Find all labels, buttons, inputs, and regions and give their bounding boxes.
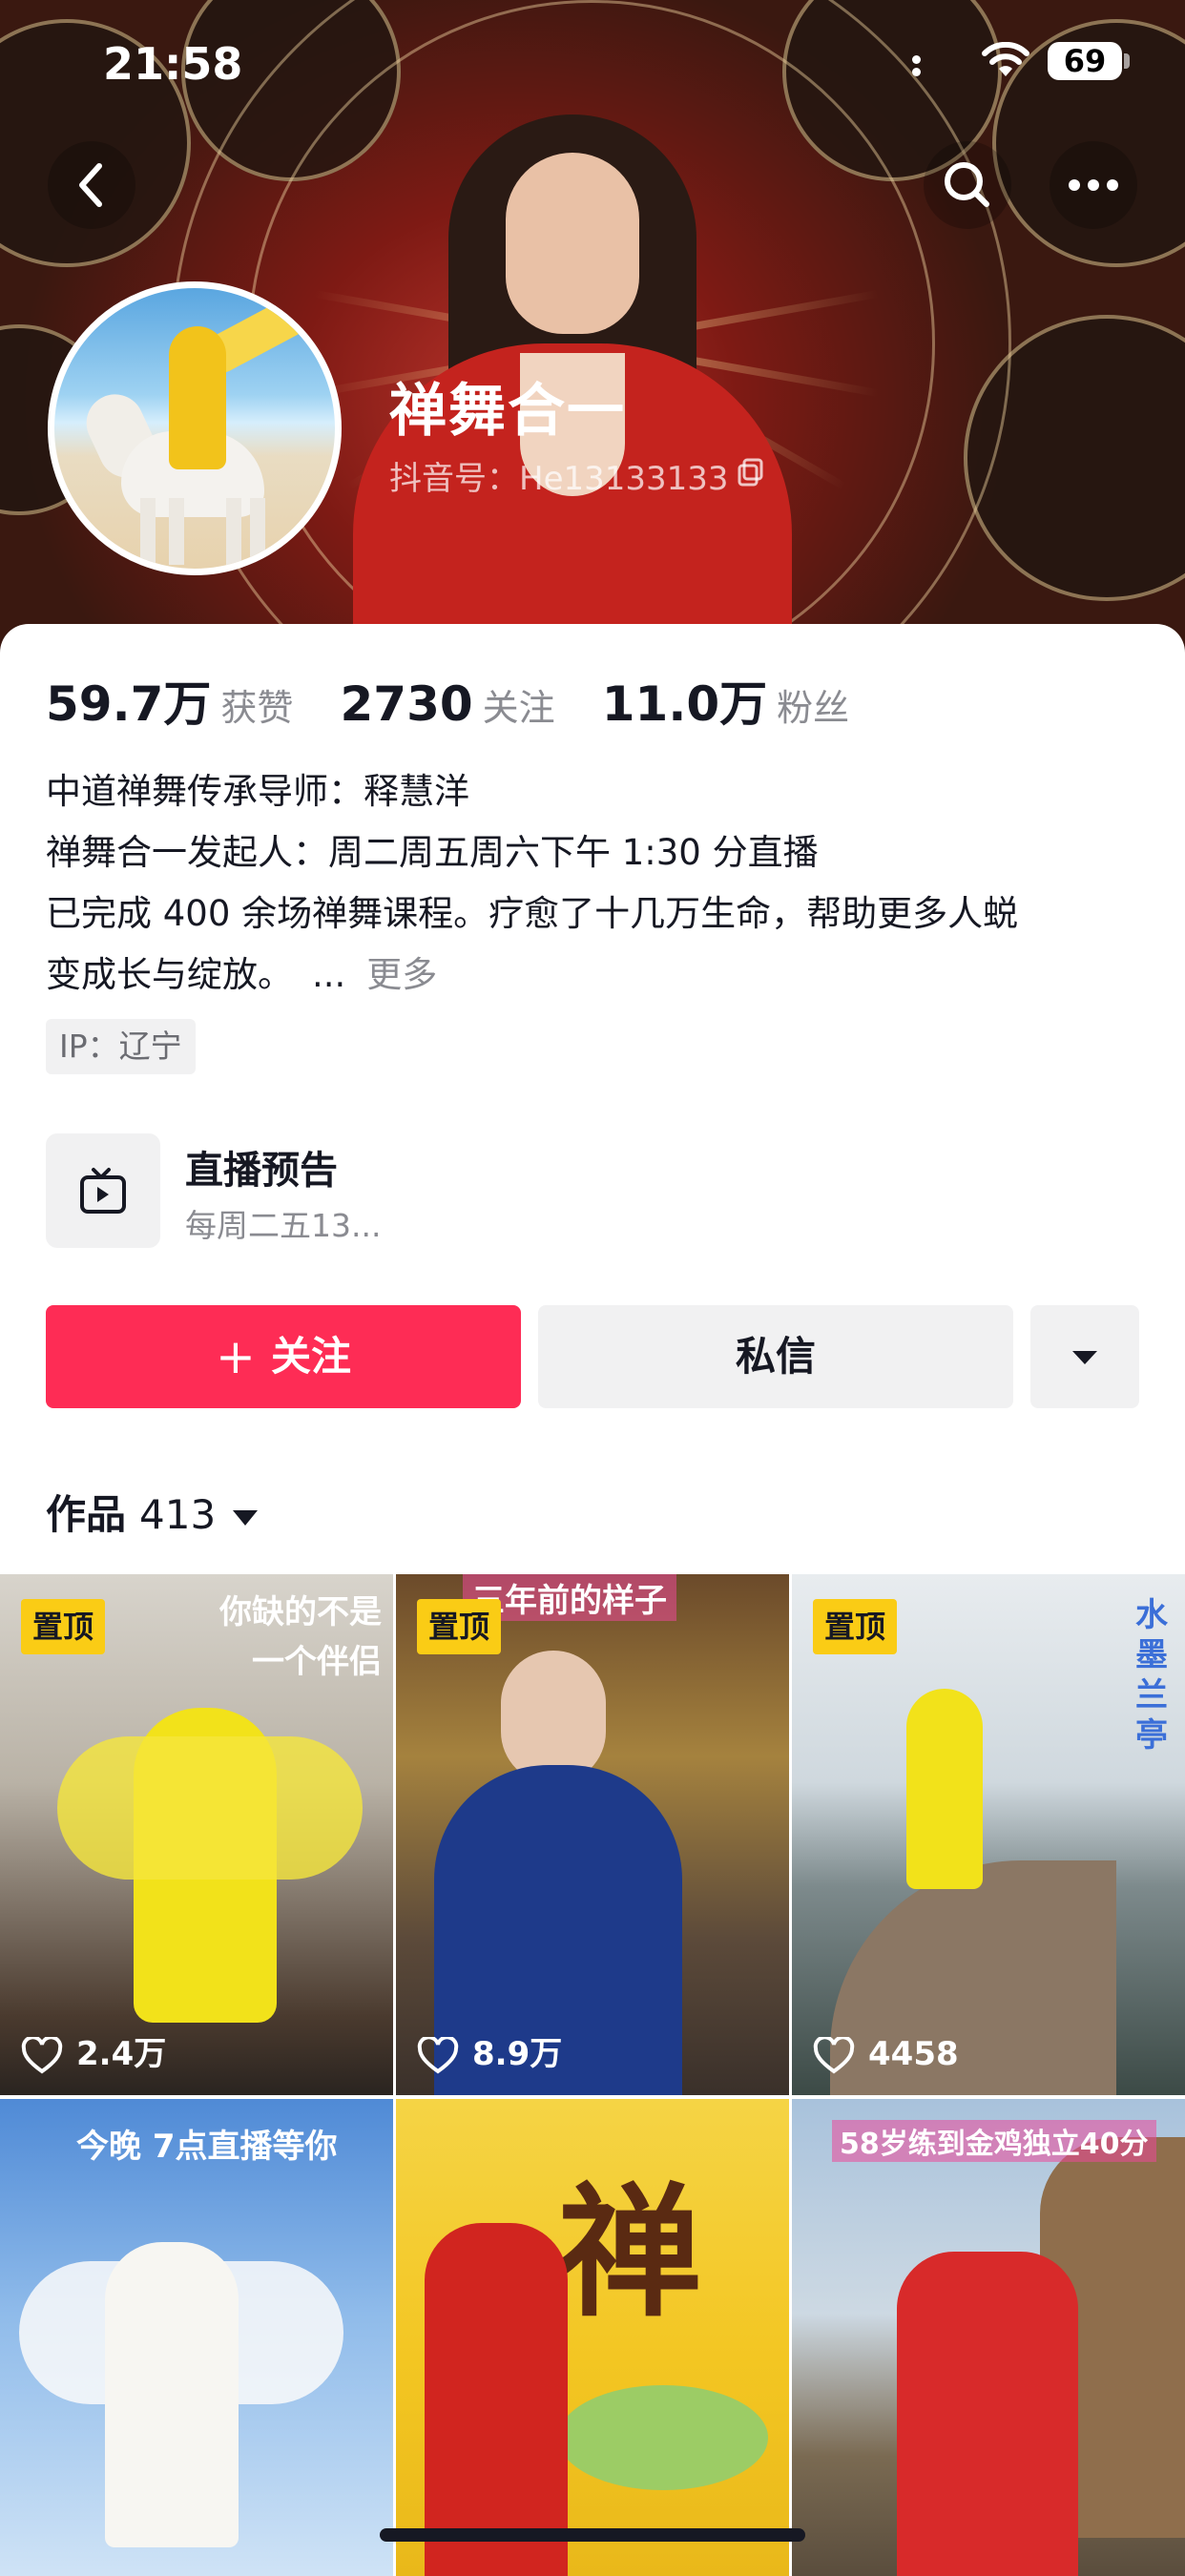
- heart-icon: [21, 2036, 63, 2073]
- like-count-value: 2.4万: [76, 2035, 167, 2073]
- bio-line: 禅舞合一发起人：周二周五周六下午 1:30 分直播: [46, 832, 819, 873]
- douyin-id: 抖音号：He13133133: [389, 460, 729, 498]
- stats-row: 59.7万 获赞 2730 关注 11.0万 粉丝: [46, 666, 891, 732]
- live-notice-subtitle: 每周二五13...: [185, 1207, 382, 1244]
- bio-line-last: 变成长与绽放。... 更多: [46, 945, 1143, 1006]
- search-icon: [945, 162, 989, 207]
- wifi-icon: [982, 42, 1029, 76]
- works-count: 413: [139, 1491, 217, 1538]
- like-count: 4458: [813, 2030, 959, 2078]
- bio-line: 已完成 400 余场禅舞课程。疗愈了十几万生命，帮助更多人蜕: [46, 893, 1019, 934]
- pinned-badge: 置顶: [417, 1599, 502, 1654]
- stat-label: 粉丝: [777, 687, 850, 729]
- video-thumbnail-sleeve: [57, 1736, 363, 1880]
- home-indicator[interactable]: [380, 2528, 805, 2542]
- tv-icon: [80, 1168, 126, 1214]
- video-thumbnail-lotus: [558, 2385, 768, 2490]
- video-caption: 水墨兰亭: [1135, 1596, 1168, 1755]
- bio-line: 中道禅舞传承导师：释慧洋: [46, 771, 469, 812]
- video-tile[interactable]: 禅: [396, 2099, 789, 2576]
- copy-icon[interactable]: [737, 458, 765, 487]
- video-thumbnail-figure: [906, 1689, 983, 1889]
- stat-label: 获赞: [220, 687, 294, 729]
- stat-likes[interactable]: 59.7万 获赞: [46, 666, 293, 735]
- bio-line: 变成长与绽放。: [46, 954, 293, 995]
- battery-tip: [1124, 53, 1130, 69]
- status-time: 21:58: [103, 38, 243, 90]
- video-caption: 你缺的不是 一个伴侣: [219, 1593, 382, 1681]
- follow-label: 关注: [270, 1333, 351, 1380]
- like-count: 2.4万: [21, 2030, 166, 2078]
- video-caption: 58岁练到金鸡独立40分: [832, 2120, 1156, 2162]
- like-count-value: 8.9万: [472, 2035, 563, 2073]
- status-bar: 21:58 69: [0, 0, 1185, 124]
- like-count: 8.9万: [417, 2030, 562, 2078]
- video-tile[interactable]: 今晚 7点直播等你: [0, 2099, 393, 2576]
- more-dots-icon: [1069, 179, 1118, 191]
- bio-more-link[interactable]: 更多: [366, 954, 437, 995]
- battery-indicator: 69: [1048, 42, 1122, 80]
- stat-value: 59.7万: [46, 676, 212, 732]
- video-tile[interactable]: 三年前的样子 置顶 8.9万: [396, 1574, 789, 2095]
- message-label: 私信: [735, 1333, 816, 1380]
- video-thumbnail-figure: [105, 2242, 239, 2547]
- stat-following[interactable]: 2730 关注: [340, 676, 554, 732]
- signal-icon: [912, 55, 922, 84]
- plus-icon: +: [216, 1329, 256, 1384]
- video-tile[interactable]: 58岁练到金鸡独立40分: [792, 2099, 1185, 2576]
- nickname: 禅舞合一: [389, 378, 626, 445]
- stat-value: 11.0万: [601, 676, 768, 732]
- avatar[interactable]: [48, 281, 342, 575]
- works-label: 作品: [46, 1491, 127, 1538]
- heart-icon: [813, 2036, 855, 2073]
- stat-value: 2730: [340, 676, 473, 732]
- ip-location-tag: IP：辽宁: [46, 1019, 196, 1074]
- caret-down-icon: [233, 1509, 259, 1526]
- back-button[interactable]: [48, 141, 135, 229]
- stat-label: 关注: [482, 687, 555, 729]
- pinned-badge: 置顶: [813, 1599, 898, 1654]
- video-thumbnail-figure: [501, 1651, 606, 1784]
- heart-icon: [417, 2036, 459, 2073]
- search-button[interactable]: [924, 141, 1011, 229]
- video-caption: 禅: [558, 2169, 702, 2337]
- message-button[interactable]: 私信: [538, 1305, 1013, 1408]
- tab-works[interactable]: 作品 413: [46, 1483, 259, 1541]
- video-thumbnail-figure: [897, 2252, 1078, 2576]
- caret-down-icon: [1072, 1351, 1097, 1364]
- pinned-badge: 置顶: [21, 1599, 106, 1654]
- video-tile[interactable]: 你缺的不是 一个伴侣 置顶 2.4万: [0, 1574, 393, 2095]
- stat-followers[interactable]: 11.0万 粉丝: [602, 666, 849, 735]
- video-tile[interactable]: 水墨兰亭 置顶 4458: [792, 1574, 1185, 2095]
- chevron-left-icon: [79, 163, 102, 207]
- recommend-dropdown-button[interactable]: [1030, 1305, 1139, 1408]
- follow-button[interactable]: + 关注: [46, 1305, 521, 1408]
- live-notice[interactable]: 直播预告 每周二五13...: [46, 1133, 714, 1252]
- bio: 中道禅舞传承导师：释慧洋 禅舞合一发起人：周二周五周六下午 1:30 分直播 已…: [46, 761, 1143, 1006]
- video-caption: 今晚 7点直播等你: [76, 2128, 338, 2166]
- like-count-value: 4458: [868, 2035, 959, 2073]
- live-notice-title: 直播预告: [185, 1149, 338, 1193]
- video-thumbnail-figure: [425, 2223, 568, 2576]
- more-button[interactable]: [1050, 141, 1137, 229]
- live-notice-icon-wrap: [46, 1133, 160, 1248]
- bio-ellipsis: ...: [312, 954, 346, 995]
